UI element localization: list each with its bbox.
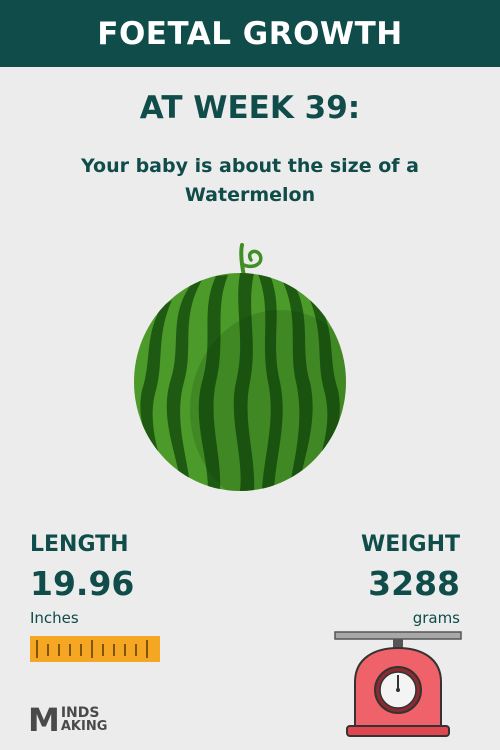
weight-label: WEIGHT (361, 532, 460, 557)
minds-making-logo: M INDS AKING (28, 702, 108, 738)
ruler-icon (30, 636, 160, 662)
weight-value: 3288 (368, 564, 460, 603)
length-unit: Inches (30, 609, 79, 627)
size-description-line-1: Your baby is about the size of a (81, 155, 419, 177)
logo-m: M (28, 701, 60, 739)
length-value: 19.96 (30, 564, 135, 603)
page-title: FOETAL GROWTH (97, 15, 403, 52)
logo-word-2: AKING (60, 719, 108, 734)
weight-unit: grams (412, 609, 460, 627)
length-label: LENGTH (30, 532, 129, 557)
week-heading: AT WEEK 39: (139, 90, 361, 126)
header-banner: FOETAL GROWTH (0, 0, 500, 67)
size-description-fruit: Watermelon (184, 184, 316, 206)
size-description: Your baby is about the size of a Waterme… (40, 152, 460, 210)
kitchen-scale-icon (333, 630, 463, 740)
logo-word-1: INDS (60, 705, 100, 721)
watermelon-icon (130, 240, 355, 495)
